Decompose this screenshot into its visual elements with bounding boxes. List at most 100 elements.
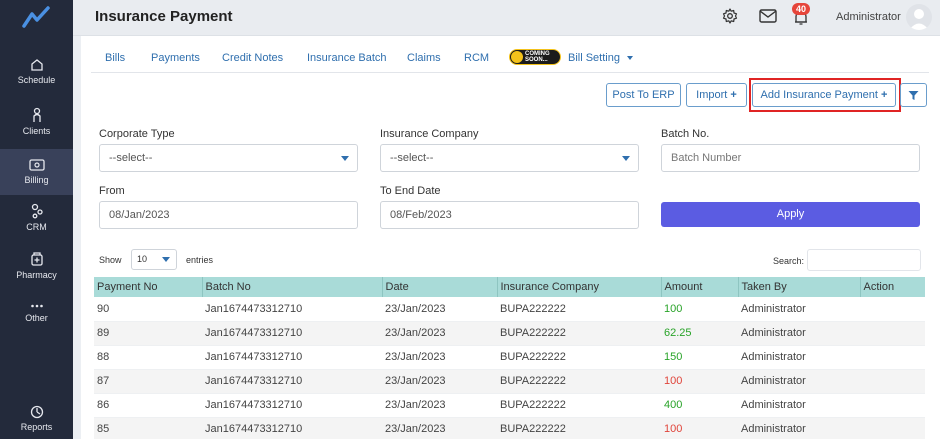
batch-no-cell: Jan1674473312710 [202, 297, 382, 322]
sidebar-item-clients[interactable]: Clients [0, 107, 73, 141]
batch-no-label: Batch No. [661, 128, 710, 140]
show-label: Show [99, 255, 122, 265]
search-label: Search: [773, 256, 805, 266]
coming-soon-badge: COMING SOON... [509, 49, 561, 65]
insurance-company-select[interactable]: --select-- [380, 144, 639, 172]
amount-cell: 400 [661, 393, 738, 418]
table-row: 90 Jan1674473312710 23/Jan/2023 BUPA2222… [94, 297, 925, 322]
filter-button[interactable] [900, 83, 927, 107]
payment-no-cell: 87 [94, 369, 202, 394]
table-row: 89 Jan1674473312710 23/Jan/2023 BUPA2222… [94, 321, 925, 346]
tab-claims[interactable]: Claims [407, 52, 441, 64]
action-cell [860, 297, 925, 322]
sidebar-item-label: Pharmacy [16, 270, 57, 280]
tab-rcm[interactable]: RCM [464, 52, 489, 64]
user-name[interactable]: Administrator [836, 11, 901, 23]
action-cell [860, 321, 925, 346]
corporate-type-select[interactable]: --select-- [99, 144, 358, 172]
batch-no-cell: Jan1674473312710 [202, 393, 382, 418]
taken-by-cell: Administrator [738, 297, 860, 322]
table-row: 88 Jan1674473312710 23/Jan/2023 BUPA2222… [94, 345, 925, 370]
tab-payments[interactable]: Payments [151, 52, 200, 64]
table-row: 85 Jan1674473312710 23/Jan/2023 BUPA2222… [94, 417, 925, 439]
column-header-payment-no[interactable]: Payment No [94, 277, 203, 297]
from-date-input[interactable]: 08/Jan/2023 [99, 201, 358, 229]
batch-no-cell: Jan1674473312710 [202, 345, 382, 370]
import-button[interactable]: Import + [686, 83, 747, 107]
sidebar-item-schedule[interactable]: Schedule [0, 58, 73, 92]
tab-bar: Bills Payments Credit Notes Insurance Ba… [91, 43, 929, 73]
tab-credit-notes[interactable]: Credit Notes [222, 52, 283, 64]
post-to-erp-button[interactable]: Post To ERP [606, 83, 681, 107]
insurance-company-value: --select-- [390, 152, 434, 164]
tab-insurance-batch[interactable]: Insurance Batch [307, 52, 387, 64]
action-cell [860, 393, 925, 418]
entries-select[interactable]: 10 [131, 249, 177, 270]
column-header-insurance-company[interactable]: Insurance Company [497, 277, 662, 297]
search-input[interactable] [807, 249, 921, 271]
person-icon [32, 107, 41, 122]
sidebar-item-billing[interactable]: Billing [0, 149, 73, 195]
date-cell: 23/Jan/2023 [382, 345, 497, 370]
sidebar-item-reports[interactable]: Reports [0, 405, 73, 439]
column-header-date[interactable]: Date [382, 277, 498, 297]
insurance-company-cell: BUPA222222 [497, 321, 661, 346]
corporate-type-label: Corporate Type [99, 128, 175, 140]
insurance-company-cell: BUPA222222 [497, 345, 661, 370]
table-row: 87 Jan1674473312710 23/Jan/2023 BUPA2222… [94, 369, 925, 394]
crm-icon [31, 203, 43, 219]
action-cell [860, 369, 925, 394]
apply-button[interactable]: Apply [661, 202, 920, 227]
batch-number-placeholder: Batch Number [671, 152, 742, 164]
tab-bills[interactable]: Bills [105, 52, 125, 64]
entries-value: 10 [137, 254, 148, 264]
highlight-box [749, 78, 901, 112]
sidebar-item-label: Other [25, 313, 48, 323]
amount-cell: 100 [661, 417, 738, 439]
more-icon [30, 304, 43, 308]
top-bar: Insurance Payment 40 Administrator [73, 0, 940, 36]
avatar[interactable] [906, 4, 932, 30]
import-button-label: Import [696, 89, 728, 101]
tab-bill-setting[interactable]: Bill Setting [568, 52, 634, 64]
payment-no-cell: 88 [94, 345, 202, 370]
sidebar: Schedule Clients Billing CRM Pharmacy Ot… [0, 0, 73, 439]
column-header-taken-by[interactable]: Taken By [738, 277, 861, 297]
date-cell: 23/Jan/2023 [382, 297, 497, 322]
chevron-down-icon [341, 156, 349, 161]
payment-no-cell: 86 [94, 393, 202, 418]
mail-icon[interactable] [759, 9, 777, 23]
insurance-company-cell: BUPA222222 [497, 417, 661, 439]
batch-number-input[interactable]: Batch Number [661, 144, 920, 172]
sidebar-item-label: Clients [22, 126, 51, 136]
gear-icon[interactable] [722, 8, 738, 24]
filter-icon [908, 91, 919, 100]
taken-by-cell: Administrator [738, 393, 860, 418]
chevron-down-icon [162, 257, 170, 262]
sidebar-item-label: Schedule [17, 75, 56, 85]
column-header-amount[interactable]: Amount [661, 277, 739, 297]
billing-icon [28, 159, 45, 171]
taken-by-cell: Administrator [738, 321, 860, 346]
sidebar-item-pharmacy[interactable]: Pharmacy [0, 251, 73, 285]
to-end-date-label: To End Date [380, 185, 441, 197]
main-content: Bills Payments Credit Notes Insurance Ba… [81, 36, 940, 439]
sidebar-item-other[interactable]: Other [0, 302, 73, 332]
to-end-date-input[interactable]: 08/Feb/2023 [380, 201, 639, 229]
megaphone-icon [511, 51, 523, 63]
column-header-batch-no[interactable]: Batch No [202, 277, 383, 297]
payment-no-cell: 89 [94, 321, 202, 346]
sidebar-item-crm[interactable]: CRM [0, 203, 73, 237]
logo-icon[interactable] [22, 6, 50, 28]
plus-icon: + [730, 89, 737, 101]
taken-by-cell: Administrator [738, 345, 860, 370]
amount-cell: 150 [661, 345, 738, 370]
batch-no-cell: Jan1674473312710 [202, 417, 382, 439]
insurance-company-label: Insurance Company [380, 128, 479, 140]
action-cell [860, 345, 925, 370]
date-cell: 23/Jan/2023 [382, 417, 497, 439]
insurance-company-cell: BUPA222222 [497, 369, 661, 394]
taken-by-cell: Administrator [738, 417, 860, 439]
amount-cell: 62.25 [661, 321, 738, 346]
from-date-value: 08/Jan/2023 [109, 209, 170, 221]
